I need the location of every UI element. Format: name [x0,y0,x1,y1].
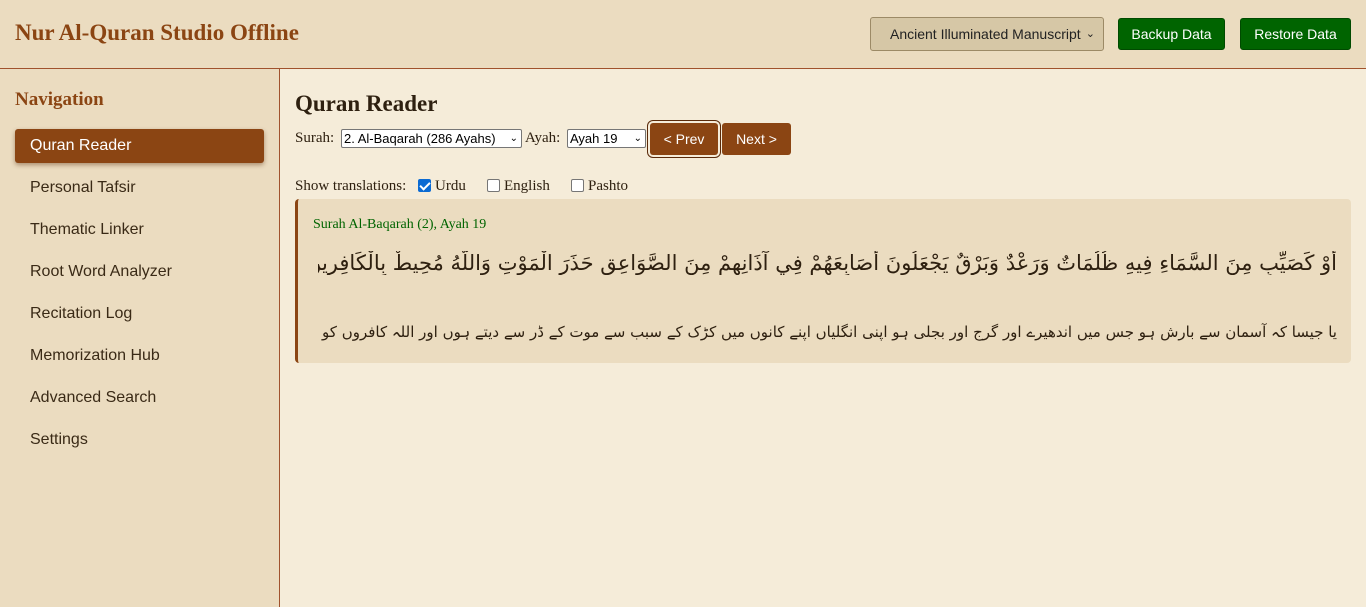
restore-data-button[interactable]: Restore Data [1240,18,1351,50]
translations-label: Show translations: [295,178,407,194]
backup-data-button[interactable]: Backup Data [1118,18,1225,50]
surah-select[interactable]: 2. Al-Baqarah (286 Ayahs) ⌄ [341,129,522,148]
ayah-label: Ayah: [525,130,561,146]
app-title: Nur Al-Quran Studio Offline [15,20,299,45]
next-ayah-button[interactable]: Next > [722,123,791,155]
theme-select[interactable]: Ancient Illuminated Manuscript ⌄ [870,17,1104,51]
urdu-checkbox[interactable] [418,179,431,192]
page-title: Quran Reader [295,91,438,116]
chevron-down-icon: ⌄ [509,133,518,144]
ayah-select[interactable]: Ayah 19 ⌄ [567,129,646,148]
sidebar: Navigation Quran Reader Personal Tafsir … [0,69,280,607]
chevron-down-icon: ⌄ [1085,28,1095,40]
ayah-urdu-translation: یا جیسا کہ آسمان سے بارش ہو جس میں اندھی… [318,323,1337,341]
chevron-down-icon: ⌄ [633,133,642,144]
ayah-select-value: Ayah 19 [570,131,618,146]
ayah-arabic-text: أَوْ كَصَيِّبٍ مِنَ السَّمَاءِ فِيهِ ظُل… [318,251,1337,275]
surah-label: Surah: [295,130,335,146]
theme-select-value: Ancient Illuminated Manuscript [890,26,1081,42]
app-header: Nur Al-Quran Studio Offline Ancient Illu… [0,0,1366,69]
sidebar-item-root-word-analyzer[interactable]: Root Word Analyzer [15,255,264,289]
sidebar-item-thematic-linker[interactable]: Thematic Linker [15,213,264,247]
sidebar-item-advanced-search[interactable]: Advanced Search [15,381,264,415]
english-label[interactable]: English [504,178,550,195]
ayah-card: Surah Al-Baqarah (2), Ayah 19 أَوْ كَصَي… [295,199,1351,363]
english-checkbox[interactable] [487,179,500,192]
main-content: Quran Reader Surah: 2. Al-Baqarah (286 A… [280,69,1366,607]
surah-select-value: 2. Al-Baqarah (286 Ayahs) [344,131,496,146]
pashto-label[interactable]: Pashto [588,178,628,195]
pashto-checkbox[interactable] [571,179,584,192]
sidebar-item-settings[interactable]: Settings [15,423,264,457]
ayah-reference: Surah Al-Baqarah (2), Ayah 19 [313,217,487,232]
sidebar-item-quran-reader[interactable]: Quran Reader [15,129,264,163]
urdu-label[interactable]: Urdu [435,178,466,195]
translation-options: Show translations: Urdu English Pashto [295,178,695,196]
sidebar-nav: Quran Reader Personal Tafsir Thematic Li… [15,129,264,465]
sidebar-item-personal-tafsir[interactable]: Personal Tafsir [15,171,264,205]
prev-ayah-button[interactable]: < Prev [650,123,718,155]
sidebar-title: Navigation [15,89,104,110]
sidebar-item-recitation-log[interactable]: Recitation Log [15,297,264,331]
sidebar-item-memorization-hub[interactable]: Memorization Hub [15,339,264,373]
